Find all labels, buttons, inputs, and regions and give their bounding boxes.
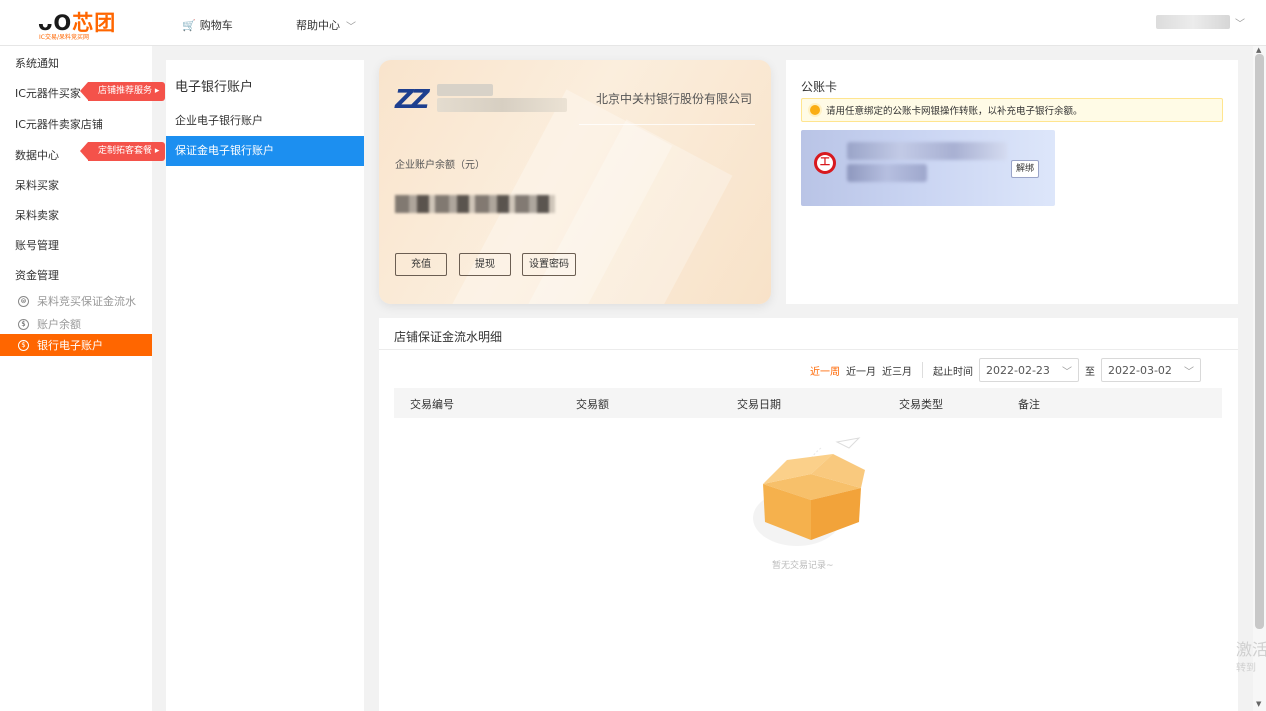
nav-item-data-center[interactable]: 数据中心 [15, 147, 59, 163]
filter-last-three-months[interactable]: 近三月 [882, 363, 912, 378]
sub-item-account-balance[interactable]: $ 账户余额 [18, 316, 81, 332]
activation-watermark-sub: 转到 [1236, 663, 1256, 674]
panel-title: 店铺保证金流水明细 [394, 330, 503, 344]
column-header: 交易额 [576, 398, 609, 411]
public-account-panel: 公账卡 请用任意绑定的公账卡网银操作转账，以补充电子银行余额。 工 解绑 [786, 60, 1238, 304]
date-range-label: 起止时间 [933, 366, 973, 378]
recharge-button[interactable]: 充值 [395, 253, 447, 276]
account-name-blurred [437, 84, 493, 96]
nav-item-stock-seller[interactable]: 呆料卖家 [15, 207, 59, 223]
panel-title: 公账卡 [801, 80, 838, 94]
help-center-dropdown[interactable]: 帮助中心 ﹀ [296, 17, 356, 33]
end-date-select[interactable]: 2022-03-02 ﹀ [1101, 358, 1201, 382]
top-bar: ᴗO芯团 IC交易/呆料竞买网 🛒 购物车 帮助中心 ﹀ ﹀ [0, 0, 1266, 46]
money-bag-icon: $ [18, 318, 29, 330]
scrollbar-thumb[interactable] [1255, 54, 1264, 629]
withdraw-button[interactable]: 提现 [459, 253, 511, 276]
nav-item-fund-management[interactable]: 资金管理 [15, 267, 59, 283]
bound-bank-card: 工 解绑 [801, 130, 1055, 206]
deposit-icon: ⊜ [18, 295, 29, 307]
sub-item-label: 账户余额 [37, 318, 81, 331]
promo-tag-shop-recommend[interactable]: 店铺推荐服务 ▸ [79, 82, 166, 101]
divider [922, 362, 923, 378]
account-number-blurred [437, 98, 567, 112]
deposit-flow-detail: 店铺保证金流水明细 近一周 近一月 近三月 起止时间 2022-02-23 ﹀ … [379, 318, 1238, 711]
table-header: 交易编号 交易额 交易日期 交易类型 备注 [394, 388, 1222, 418]
card-name-blurred [847, 142, 1007, 160]
set-password-button[interactable]: 设置密码 [522, 253, 576, 276]
start-date-select[interactable]: 2022-02-23 ﹀ [979, 358, 1079, 382]
user-name-blurred[interactable] [1156, 15, 1230, 29]
column-header: 交易编号 [410, 398, 454, 411]
nav-item-ic-buyer[interactable]: IC元器件买家 [15, 85, 81, 101]
e-bank-account-menu: 电子银行账户 企业电子银行账户 保证金电子银行账户 [166, 60, 364, 711]
to-label: 至 [1085, 366, 1095, 378]
bank-name: 北京中关村银行股份有限公司 [596, 92, 753, 106]
menu-item-deposit-account[interactable]: 保证金电子银行账户 [166, 136, 364, 166]
chevron-down-icon: ﹀ [1062, 366, 1072, 378]
sub-item-deposit-flow[interactable]: ⊜ 呆料竞买保证金流水 [18, 293, 136, 309]
empty-box-icon [753, 437, 865, 546]
sub-item-bank-e-account[interactable]: $ 银行电子账户 [0, 334, 152, 356]
help-label: 帮助中心 [296, 19, 340, 32]
start-date-value: 2022-02-23 [986, 363, 1050, 377]
cart-icon: 🛒 [182, 18, 196, 32]
chevron-down-icon: ﹀ [346, 21, 356, 33]
site-logo[interactable]: ᴗO芯团 IC交易/呆料竞买网 [38, 7, 128, 41]
icbc-logo-icon: 工 [814, 152, 836, 174]
bank-logo-icon: ZZ [395, 85, 430, 115]
panel-title: 电子银行账户 [175, 80, 254, 95]
bank-card: ZZ 北京中关村银行股份有限公司 企业账户余额（元） 充值 提现 设置密码 [379, 60, 771, 304]
left-nav: 系统通知 IC元器件买家 店铺推荐服务 ▸ IC元器件卖家店铺 数据中心 定制拓… [0, 46, 166, 711]
nav-item-account-management[interactable]: 账号管理 [15, 237, 59, 253]
nav-item-ic-seller-shop[interactable]: IC元器件卖家店铺 [15, 116, 103, 132]
balance-value-blurred [395, 195, 555, 213]
column-header: 交易类型 [899, 398, 943, 411]
activation-watermark: 激活 [1236, 640, 1266, 659]
chevron-down-icon: ﹀ [1184, 366, 1194, 378]
scroll-down-icon[interactable]: ▼ [1256, 700, 1261, 708]
notice-text: 请用任意绑定的公账卡网银操作转账，以补充电子银行余额。 [826, 106, 1083, 117]
divider [379, 349, 1238, 350]
balance-label: 企业账户余额（元） [395, 160, 485, 171]
end-date-value: 2022-03-02 [1108, 363, 1172, 377]
filter-last-month[interactable]: 近一月 [846, 363, 876, 378]
column-header: 备注 [1018, 398, 1040, 411]
notice-icon [810, 105, 820, 115]
sub-item-label: 呆料竞买保证金流水 [37, 295, 136, 308]
cart-label: 购物车 [199, 19, 233, 32]
unbind-button[interactable]: 解绑 [1011, 160, 1039, 178]
page-scrollbar[interactable]: ▲ ▼ [1253, 46, 1266, 711]
promo-tag-custom-package[interactable]: 定制拓客套餐 ▸ [79, 142, 166, 161]
money-bag-icon: $ [18, 339, 29, 351]
menu-item-enterprise-account[interactable]: 企业电子银行账户 [166, 106, 364, 136]
empty-state-text: 暂无交易记录~ [772, 561, 834, 571]
column-header: 交易日期 [737, 398, 781, 411]
date-filter: 近一周 近一月 近三月 起止时间 2022-02-23 ﹀ 至 2022-03-… [810, 358, 1201, 382]
notice-bar: 请用任意绑定的公账卡网银操作转账，以补充电子银行余额。 [801, 98, 1223, 122]
card-divider [579, 124, 755, 125]
filter-last-week[interactable]: 近一周 [810, 363, 840, 378]
chevron-down-icon[interactable]: ﹀ [1235, 15, 1245, 30]
sub-item-label: 银行电子账户 [37, 339, 103, 352]
logo-subtitle: IC交易/呆料竞买网 [39, 34, 89, 41]
scroll-up-icon[interactable]: ▲ [1256, 46, 1261, 54]
cart-link[interactable]: 🛒 购物车 [182, 17, 233, 33]
card-number-blurred [847, 164, 927, 182]
nav-item-stock-buyer[interactable]: 呆料买家 [15, 177, 59, 193]
nav-item-system-notice[interactable]: 系统通知 [15, 55, 59, 71]
